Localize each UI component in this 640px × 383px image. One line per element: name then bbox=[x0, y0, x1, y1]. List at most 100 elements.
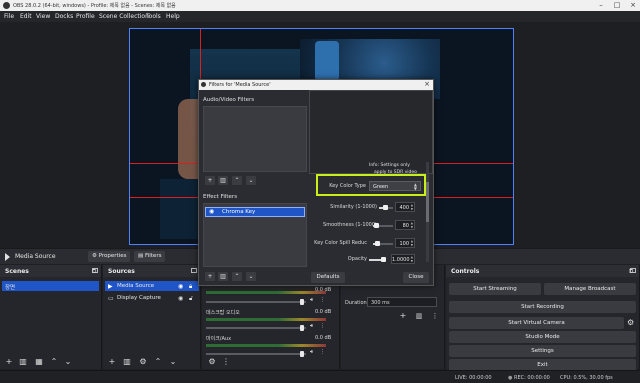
spin-arrows-icon[interactable]: ▲ ▼ bbox=[411, 239, 413, 247]
move-up-icon[interactable]: ⌃ bbox=[232, 176, 242, 185]
av-filters-list[interactable] bbox=[203, 106, 307, 172]
speaker-icon[interactable]: 🔊︎ bbox=[310, 323, 313, 329]
trash-icon[interactable]: ▥ bbox=[123, 358, 131, 366]
channel-name: 데스크탑 오디오 bbox=[206, 310, 240, 316]
menu-file[interactable]: File bbox=[4, 13, 14, 20]
properties-scrollbar[interactable] bbox=[426, 162, 429, 262]
scenes-footer: + ▥ ▦ ⌃ ⌄ bbox=[0, 355, 101, 369]
channel-db: 0.0 dB bbox=[315, 287, 332, 293]
add-icon[interactable]: + bbox=[5, 358, 13, 366]
close-icon[interactable]: × bbox=[424, 80, 430, 88]
smoothness-knob[interactable] bbox=[374, 223, 380, 228]
play-icon[interactable] bbox=[5, 253, 10, 261]
opacity-knob[interactable] bbox=[381, 257, 386, 262]
start-streaming-button[interactable]: Start Streaming bbox=[449, 283, 541, 295]
studio-mode-button[interactable]: Studio Mode bbox=[449, 331, 636, 343]
mixer-footer: ⚙ ⋮ bbox=[202, 355, 339, 369]
scrollbar-thumb[interactable] bbox=[426, 182, 429, 222]
move-down-icon[interactable]: ⌄ bbox=[246, 176, 256, 185]
add-icon[interactable]: + bbox=[205, 176, 215, 185]
volume-slider[interactable] bbox=[206, 301, 306, 303]
lock-icon[interactable]: 🔒︎ bbox=[189, 283, 192, 291]
menu-docks[interactable]: Docks bbox=[55, 13, 73, 20]
start-recording-button[interactable]: Start Recording bbox=[449, 301, 636, 313]
move-down-icon[interactable]: ⌄ bbox=[64, 358, 72, 366]
manage-broadcast-button[interactable]: Manage Broadcast bbox=[544, 283, 636, 295]
spill-reduction-value: 100 bbox=[399, 241, 409, 247]
trash-icon[interactable]: ▥ bbox=[218, 176, 228, 185]
undock-icon[interactable] bbox=[191, 268, 197, 273]
sources-dock-title: Sources bbox=[103, 265, 200, 277]
gear-icon[interactable]: ⋮ bbox=[320, 323, 325, 329]
trash-icon[interactable]: ▥ bbox=[415, 312, 423, 320]
sources-dock: Sources Media Source ▶ ◉ 🔒︎ Display Capt… bbox=[103, 265, 201, 369]
trash-icon[interactable]: ▥ bbox=[218, 272, 228, 281]
source-label: Media Source bbox=[117, 283, 155, 289]
gear-icon[interactable]: ⚙ bbox=[139, 358, 147, 366]
start-virtual-camera-button[interactable]: Start Virtual Camera bbox=[449, 317, 624, 329]
scene-item[interactable]: 장면 bbox=[2, 281, 99, 291]
trash-icon[interactable]: ▥ bbox=[19, 358, 27, 366]
menu-icon[interactable]: ⋮ bbox=[431, 312, 439, 320]
filter-icon[interactable]: ▦ bbox=[35, 358, 43, 366]
rec-status: REC: 00:00:00 bbox=[514, 375, 550, 381]
record-icon: ● bbox=[508, 375, 513, 381]
source-item-display[interactable]: Display Capture bbox=[105, 293, 199, 303]
add-icon[interactable]: + bbox=[399, 312, 407, 320]
gear-icon[interactable]: ⋮ bbox=[320, 297, 325, 303]
similarity-knob[interactable] bbox=[383, 205, 388, 210]
menu-edit[interactable]: Edit bbox=[20, 13, 32, 20]
menu-scene-collection[interactable]: Scene Collection bbox=[99, 13, 149, 20]
spill-reduction-spinbox[interactable]: 100 ▲ ▼ bbox=[395, 238, 415, 248]
settings-button[interactable]: Settings bbox=[449, 345, 636, 357]
maximize-icon[interactable]: □ bbox=[612, 1, 622, 9]
volume-knob[interactable] bbox=[300, 299, 304, 305]
move-up-icon[interactable]: ⌃ bbox=[154, 358, 162, 366]
close-icon[interactable]: × bbox=[628, 1, 638, 9]
effect-filters-list[interactable]: Chroma Key ◉ bbox=[203, 203, 307, 267]
close-button[interactable]: Close bbox=[403, 272, 429, 283]
volume-knob[interactable] bbox=[300, 325, 304, 331]
spin-arrows-icon[interactable]: ▲ ▼ bbox=[411, 221, 413, 229]
defaults-button[interactable]: Defaults bbox=[311, 272, 345, 283]
properties-button[interactable]: ⚙ Properties bbox=[88, 251, 131, 262]
add-icon[interactable]: + bbox=[205, 272, 215, 281]
similarity-spinbox[interactable]: 400 ▲ ▼ bbox=[395, 202, 415, 212]
source-item-media[interactable]: Media Source bbox=[105, 281, 199, 291]
undock-icon[interactable]: ⧉ bbox=[92, 268, 96, 276]
menu-help[interactable]: Help bbox=[166, 13, 180, 20]
window-title-bar: OBS 28.0.2 (64-bit, windows) - Profile: … bbox=[0, 0, 640, 11]
menu-tools[interactable]: Tools bbox=[146, 13, 161, 20]
menu-profile[interactable]: Profile bbox=[76, 13, 95, 20]
dialog-title: Filters for 'Media Source' bbox=[209, 82, 271, 88]
filters-button[interactable]: ▤ Filters bbox=[134, 251, 166, 262]
effect-filters-label: Effect Filters bbox=[203, 194, 238, 200]
volume-meter bbox=[206, 344, 326, 347]
gear-icon[interactable]: ⚙ bbox=[208, 358, 216, 366]
move-down-icon[interactable]: ⌄ bbox=[169, 358, 177, 366]
smoothness-spinbox[interactable]: 80 ▲ ▼ bbox=[395, 220, 415, 230]
move-up-icon[interactable]: ⌃ bbox=[232, 272, 242, 281]
menu-bar: File Edit View Docks Profile Scene Colle… bbox=[0, 11, 640, 22]
move-down-icon[interactable]: ⌄ bbox=[246, 272, 256, 281]
menu-view[interactable]: View bbox=[36, 13, 50, 20]
menu-icon[interactable]: ⋮ bbox=[222, 358, 230, 366]
spin-arrows-icon[interactable]: ▲ ▼ bbox=[411, 255, 413, 263]
duration-input[interactable]: 300 ms bbox=[367, 297, 437, 307]
volume-slider[interactable] bbox=[206, 327, 306, 329]
spin-arrows-icon[interactable]: ▲ ▼ bbox=[411, 203, 413, 211]
add-icon[interactable]: + bbox=[108, 358, 116, 366]
undock-icon[interactable]: ⧉ bbox=[629, 268, 633, 276]
eye-icon[interactable]: ◉ bbox=[209, 208, 214, 215]
minimize-icon[interactable]: – bbox=[596, 1, 606, 9]
scenes-dock-title: Scenes bbox=[0, 265, 101, 277]
speaker-icon[interactable]: 🔊︎ bbox=[310, 297, 313, 303]
effect-filter-item[interactable]: Chroma Key bbox=[205, 207, 305, 217]
spill-reduction-knob[interactable] bbox=[374, 241, 380, 246]
gear-icon[interactable]: ⚙ bbox=[627, 318, 634, 327]
eye-icon[interactable]: ◉ bbox=[178, 283, 183, 290]
opacity-spinbox[interactable]: 1.0000 ▲ ▼ bbox=[391, 254, 415, 264]
eye-icon[interactable]: ◉ bbox=[178, 295, 183, 302]
move-up-icon[interactable]: ⌃ bbox=[50, 358, 58, 366]
lock-icon[interactable]: 🔓︎ bbox=[189, 295, 193, 303]
